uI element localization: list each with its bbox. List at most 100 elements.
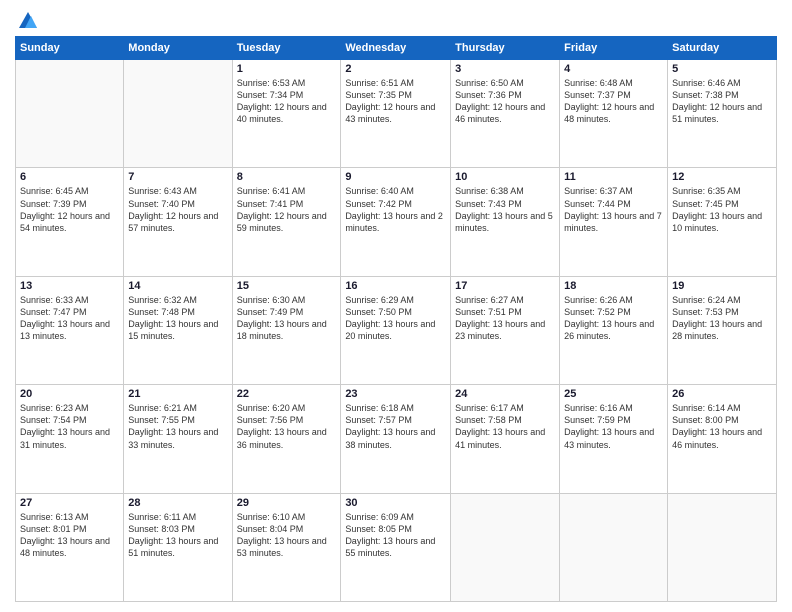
calendar-cell: 10 Sunrise: 6:38 AM Sunset: 7:43 PM Dayli… (451, 168, 560, 276)
day-number: 17 (455, 280, 555, 292)
calendar-cell: 28Sunrise: 6:11 AM Sunset: 8:03 PM Dayli… (124, 493, 232, 601)
calendar-cell: 15 Sunrise: 6:30 AM Sunset: 7:49 PM Dayli… (232, 276, 341, 384)
calendar-day-header: Wednesday (341, 37, 451, 60)
calendar-cell (124, 60, 232, 168)
day-number: 10 (455, 171, 555, 183)
calendar-cell: 30 Sunrise: 6:09 AM Sunset: 8:05 PM Dayli… (341, 493, 451, 601)
calendar-cell (668, 493, 777, 601)
calendar-cell: 1Sunrise: 6:53 AM Sunset: 7:34 PM Daylig… (232, 60, 341, 168)
calendar-week-row: 1Sunrise: 6:53 AM Sunset: 7:34 PM Daylig… (16, 60, 777, 168)
calendar-day-header: Thursday (451, 37, 560, 60)
day-info: Sunrise: 6:26 AM Sunset: 7:52 PM Dayligh… (564, 294, 663, 343)
calendar-week-row: 20 Sunrise: 6:23 AM Sunset: 7:54 PM Dayli… (16, 385, 777, 493)
day-info: Sunrise: 6:14 AM Sunset: 8:00 PM Dayligh… (672, 402, 772, 451)
calendar-cell: 21 Sunrise: 6:21 AM Sunset: 7:55 PM Dayli… (124, 385, 232, 493)
day-info: Sunrise: 6:23 AM Sunset: 7:54 PM Dayligh… (20, 402, 119, 451)
calendar-day-header: Friday (560, 37, 668, 60)
day-number: 18 (564, 280, 663, 292)
calendar-cell: 27Sunrise: 6:13 AM Sunset: 8:01 PM Dayli… (16, 493, 124, 601)
calendar-cell: 25 Sunrise: 6:16 AM Sunset: 7:59 PM Dayli… (560, 385, 668, 493)
day-info: Sunrise: 6:40 AM Sunset: 7:42 PM Dayligh… (345, 185, 446, 234)
day-number: 30 (345, 497, 446, 509)
day-info: Sunrise: 6:13 AM Sunset: 8:01 PM Dayligh… (20, 511, 119, 560)
calendar-cell: 19 Sunrise: 6:24 AM Sunset: 7:53 PM Dayli… (668, 276, 777, 384)
calendar-cell: 11 Sunrise: 6:37 AM Sunset: 7:44 PM Dayli… (560, 168, 668, 276)
day-number: 16 (345, 280, 446, 292)
day-info: Sunrise: 6:17 AM Sunset: 7:58 PM Dayligh… (455, 402, 555, 451)
day-number: 23 (345, 388, 446, 400)
calendar-day-header: Monday (124, 37, 232, 60)
calendar-cell: 22 Sunrise: 6:20 AM Sunset: 7:56 PM Dayli… (232, 385, 341, 493)
header (15, 10, 777, 28)
calendar-week-row: 6 Sunrise: 6:45 AM Sunset: 7:39 PM Daylig… (16, 168, 777, 276)
day-number: 9 (345, 171, 446, 183)
day-number: 1 (237, 63, 337, 75)
calendar-cell: 23Sunrise: 6:18 AM Sunset: 7:57 PM Dayli… (341, 385, 451, 493)
day-info: Sunrise: 6:45 AM Sunset: 7:39 PM Dayligh… (20, 185, 119, 234)
calendar-cell (16, 60, 124, 168)
calendar-cell: 9 Sunrise: 6:40 AM Sunset: 7:42 PM Daylig… (341, 168, 451, 276)
logo (15, 10, 39, 28)
day-info: Sunrise: 6:33 AM Sunset: 7:47 PM Dayligh… (20, 294, 119, 343)
calendar-cell: 26 Sunrise: 6:14 AM Sunset: 8:00 PM Dayli… (668, 385, 777, 493)
day-info: Sunrise: 6:24 AM Sunset: 7:53 PM Dayligh… (672, 294, 772, 343)
calendar-cell: 24 Sunrise: 6:17 AM Sunset: 7:58 PM Dayli… (451, 385, 560, 493)
day-info: Sunrise: 6:51 AM Sunset: 7:35 PM Dayligh… (345, 77, 446, 126)
calendar-cell: 16Sunrise: 6:29 AM Sunset: 7:50 PM Dayli… (341, 276, 451, 384)
calendar-table: SundayMondayTuesdayWednesdayThursdayFrid… (15, 36, 777, 602)
calendar-header-row: SundayMondayTuesdayWednesdayThursdayFrid… (16, 37, 777, 60)
calendar-cell: 5 Sunrise: 6:46 AM Sunset: 7:38 PM Daylig… (668, 60, 777, 168)
day-info: Sunrise: 6:16 AM Sunset: 7:59 PM Dayligh… (564, 402, 663, 451)
calendar-cell: 20 Sunrise: 6:23 AM Sunset: 7:54 PM Dayli… (16, 385, 124, 493)
day-number: 11 (564, 171, 663, 183)
day-number: 15 (237, 280, 337, 292)
day-number: 3 (455, 63, 555, 75)
day-number: 4 (564, 63, 663, 75)
calendar-day-header: Sunday (16, 37, 124, 60)
day-number: 14 (128, 280, 227, 292)
day-info: Sunrise: 6:27 AM Sunset: 7:51 PM Dayligh… (455, 294, 555, 343)
calendar-day-header: Saturday (668, 37, 777, 60)
day-info: Sunrise: 6:41 AM Sunset: 7:41 PM Dayligh… (237, 185, 337, 234)
day-number: 28 (128, 497, 227, 509)
logo-icon (17, 10, 39, 32)
day-number: 21 (128, 388, 227, 400)
day-info: Sunrise: 6:32 AM Sunset: 7:48 PM Dayligh… (128, 294, 227, 343)
calendar-cell: 3 Sunrise: 6:50 AM Sunset: 7:36 PM Daylig… (451, 60, 560, 168)
calendar-day-header: Tuesday (232, 37, 341, 60)
day-number: 8 (237, 171, 337, 183)
calendar-cell: 4 Sunrise: 6:48 AM Sunset: 7:37 PM Daylig… (560, 60, 668, 168)
day-number: 19 (672, 280, 772, 292)
calendar-cell: 29Sunrise: 6:10 AM Sunset: 8:04 PM Dayli… (232, 493, 341, 601)
calendar-cell: 12Sunrise: 6:35 AM Sunset: 7:45 PM Dayli… (668, 168, 777, 276)
day-number: 22 (237, 388, 337, 400)
day-info: Sunrise: 6:35 AM Sunset: 7:45 PM Dayligh… (672, 185, 772, 234)
day-info: Sunrise: 6:30 AM Sunset: 7:49 PM Dayligh… (237, 294, 337, 343)
day-number: 24 (455, 388, 555, 400)
calendar-cell: 8 Sunrise: 6:41 AM Sunset: 7:41 PM Daylig… (232, 168, 341, 276)
day-number: 5 (672, 63, 772, 75)
day-number: 13 (20, 280, 119, 292)
calendar-week-row: 13 Sunrise: 6:33 AM Sunset: 7:47 PM Dayli… (16, 276, 777, 384)
day-info: Sunrise: 6:10 AM Sunset: 8:04 PM Dayligh… (237, 511, 337, 560)
day-info: Sunrise: 6:43 AM Sunset: 7:40 PM Dayligh… (128, 185, 227, 234)
calendar-cell: 7 Sunrise: 6:43 AM Sunset: 7:40 PM Daylig… (124, 168, 232, 276)
day-number: 25 (564, 388, 663, 400)
day-info: Sunrise: 6:09 AM Sunset: 8:05 PM Dayligh… (345, 511, 446, 560)
calendar-cell: 18 Sunrise: 6:26 AM Sunset: 7:52 PM Dayli… (560, 276, 668, 384)
day-info: Sunrise: 6:20 AM Sunset: 7:56 PM Dayligh… (237, 402, 337, 451)
day-number: 2 (345, 63, 446, 75)
day-number: 20 (20, 388, 119, 400)
calendar-cell: 17 Sunrise: 6:27 AM Sunset: 7:51 PM Dayli… (451, 276, 560, 384)
day-info: Sunrise: 6:48 AM Sunset: 7:37 PM Dayligh… (564, 77, 663, 126)
day-number: 7 (128, 171, 227, 183)
day-info: Sunrise: 6:37 AM Sunset: 7:44 PM Dayligh… (564, 185, 663, 234)
calendar-cell: 2 Sunrise: 6:51 AM Sunset: 7:35 PM Daylig… (341, 60, 451, 168)
day-info: Sunrise: 6:38 AM Sunset: 7:43 PM Dayligh… (455, 185, 555, 234)
calendar-cell: 14 Sunrise: 6:32 AM Sunset: 7:48 PM Dayli… (124, 276, 232, 384)
day-number: 26 (672, 388, 772, 400)
day-number: 6 (20, 171, 119, 183)
day-info: Sunrise: 6:50 AM Sunset: 7:36 PM Dayligh… (455, 77, 555, 126)
day-info: Sunrise: 6:46 AM Sunset: 7:38 PM Dayligh… (672, 77, 772, 126)
day-info: Sunrise: 6:21 AM Sunset: 7:55 PM Dayligh… (128, 402, 227, 451)
